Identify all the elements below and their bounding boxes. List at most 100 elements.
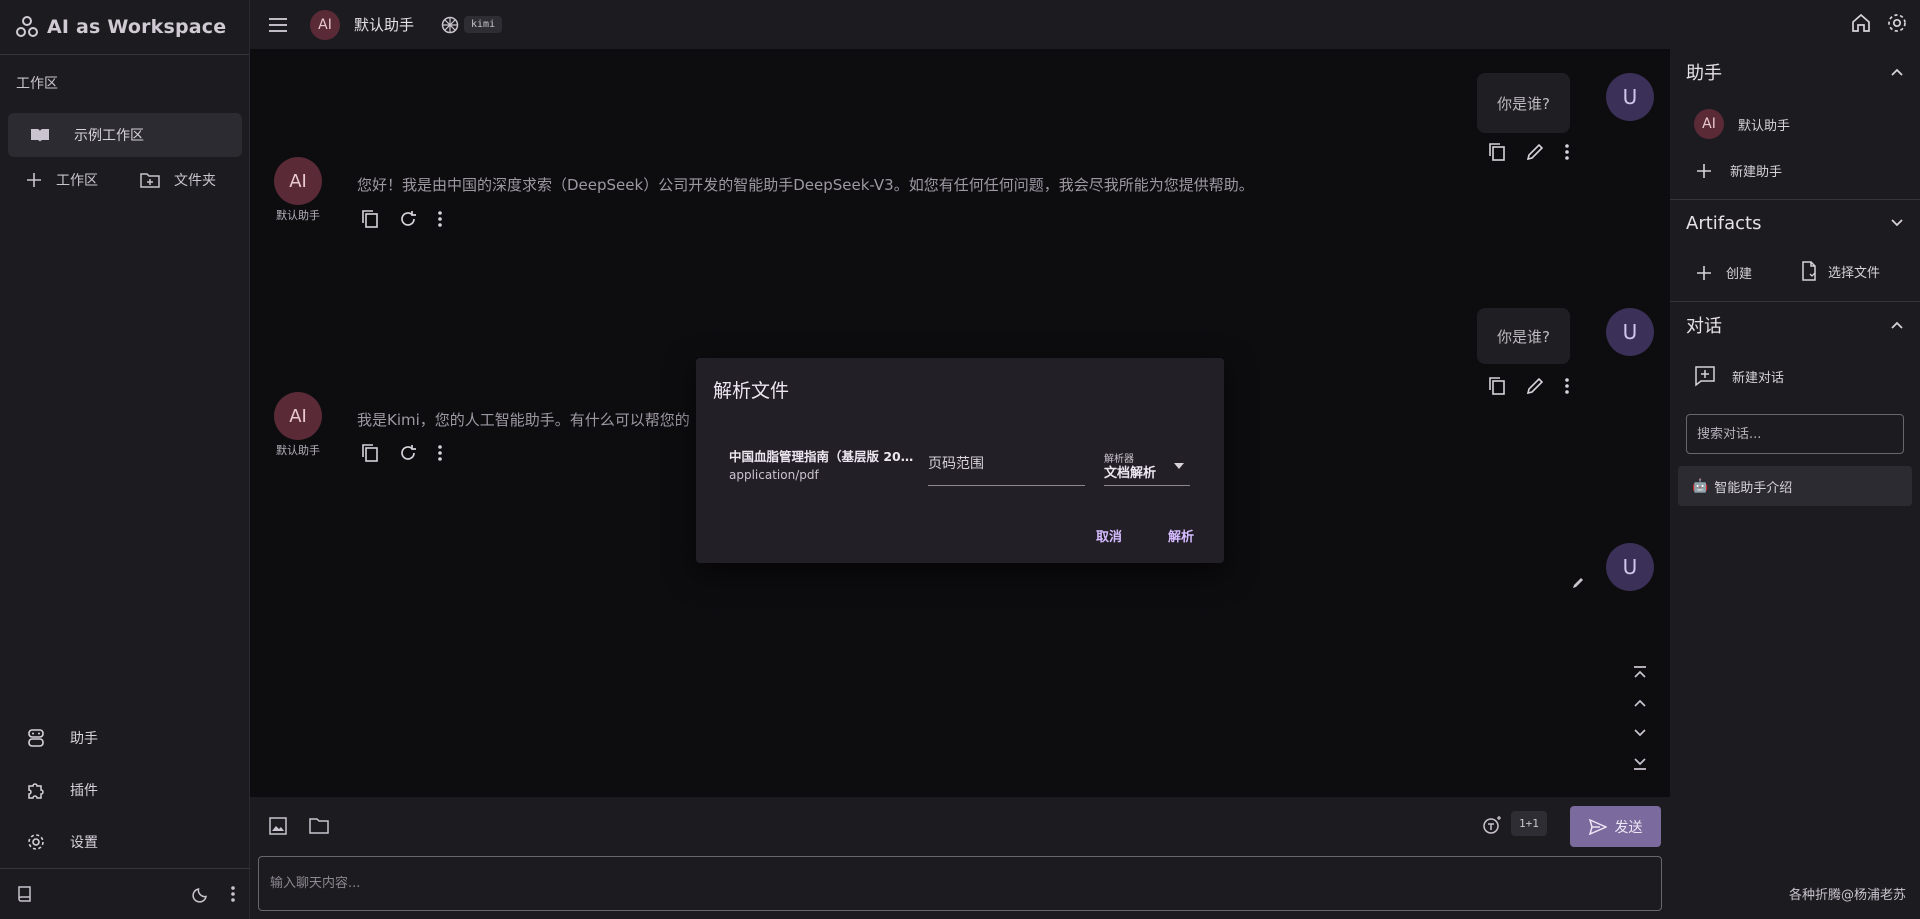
more-vert-icon[interactable] <box>437 210 443 228</box>
conversation-item[interactable]: 🤖 智能助手介绍 <box>1678 466 1912 506</box>
nav-item-assistant[interactable]: 助手 <box>0 712 250 764</box>
file-type: application/pdf <box>729 468 819 482</box>
new-conversation-button[interactable]: 新建对话 <box>1694 365 1784 387</box>
ai-message-text: 您好！我是由中国的深度求索（DeepSeek）公司开发的智能助手DeepSeek… <box>357 176 1254 194</box>
book-icon[interactable] <box>16 885 34 903</box>
more-vert-icon[interactable] <box>230 885 236 903</box>
scroll-controls <box>1632 665 1648 771</box>
chat-input[interactable] <box>258 856 1662 911</box>
new-assistant-button[interactable]: 新建助手 <box>1696 161 1782 180</box>
workspace-section-label: 工作区 <box>16 76 58 92</box>
settings-icon[interactable] <box>1886 12 1908 34</box>
home-icon[interactable] <box>1850 12 1872 34</box>
assistant-name: 默认助手 <box>354 16 415 34</box>
chevron-up-icon <box>1890 67 1904 77</box>
edit-icon[interactable] <box>1526 143 1544 161</box>
text-options-icon[interactable] <box>1482 814 1504 836</box>
artifacts-header[interactable]: Artifacts <box>1670 200 1920 246</box>
context-chip[interactable]: 1+1 <box>1511 811 1547 836</box>
model-chip[interactable]: kimi <box>464 16 503 33</box>
gear-icon <box>26 832 46 852</box>
new-assistant-label: 新建助手 <box>1730 165 1783 180</box>
assistant-item-label: 默认助手 <box>1738 118 1791 134</box>
folder-plus-icon <box>140 172 160 188</box>
nav-item-settings[interactable]: 设置 <box>0 816 250 868</box>
copy-icon[interactable] <box>1488 142 1506 162</box>
assistants-header[interactable]: 助手 <box>1670 49 1920 95</box>
scroll-bottom-icon[interactable] <box>1632 755 1648 771</box>
nav-item-plugins[interactable]: 插件 <box>0 764 250 816</box>
select-file-button[interactable]: 选择文件 <box>1800 261 1880 281</box>
app-logo-icon <box>15 15 39 39</box>
conversation-search-input[interactable] <box>1686 414 1904 454</box>
scroll-top-icon[interactable] <box>1632 665 1648 681</box>
folder-icon[interactable] <box>308 816 330 836</box>
user-message-actions <box>1488 142 1570 162</box>
add-workspace-button[interactable]: 工作区 <box>26 170 98 190</box>
create-artifact-button[interactable]: 创建 <box>1696 263 1752 282</box>
edit-icon[interactable] <box>1526 377 1544 395</box>
assistants-title: 助手 <box>1686 63 1722 84</box>
dark-mode-icon[interactable] <box>192 885 210 903</box>
ai-message-actions <box>361 209 443 229</box>
page-range-input[interactable] <box>928 446 1085 486</box>
assistant-avatar[interactable]: AI <box>310 9 340 40</box>
message-text: 你是谁? <box>1497 94 1550 113</box>
more-vert-icon[interactable] <box>1564 377 1570 395</box>
workspace-item[interactable]: 示例工作区 <box>8 113 242 157</box>
ai-message-actions <box>361 443 443 463</box>
workspace-actions: 工作区 文件夹 <box>26 170 216 190</box>
scroll-up-icon[interactable] <box>1632 695 1648 711</box>
copy-icon[interactable] <box>361 443 379 463</box>
sidebar-nav: 助手 插件 设置 <box>0 712 250 868</box>
assistant-icon <box>26 728 46 748</box>
menu-icon[interactable] <box>268 17 288 33</box>
artifacts-title: Artifacts <box>1686 212 1762 234</box>
send-label: 发送 <box>1614 819 1643 836</box>
scroll-down-icon[interactable] <box>1632 725 1648 741</box>
top-bar: AI 默认助手 kimi <box>250 0 1920 49</box>
composer-tools <box>268 816 330 836</box>
conversations-header[interactable]: 对话 <box>1670 302 1920 348</box>
app-title: AI as Workspace <box>47 16 227 38</box>
plus-icon <box>1696 265 1712 281</box>
more-vert-icon[interactable] <box>1564 143 1570 161</box>
more-vert-icon[interactable] <box>437 444 443 462</box>
copy-icon[interactable] <box>361 209 379 229</box>
nav-item-label: 插件 <box>70 783 98 799</box>
edit-pencil-icon[interactable] <box>1572 577 1584 589</box>
brand[interactable]: AI as Workspace <box>0 0 249 55</box>
add-folder-button[interactable]: 文件夹 <box>140 170 216 190</box>
file-name: 中国血脂管理指南（基层版 2024年）.pdf <box>729 449 914 464</box>
top-actions <box>1850 12 1908 34</box>
refresh-icon[interactable] <box>399 444 417 462</box>
ai-avatar: AI <box>274 392 322 440</box>
conversations-title: 对话 <box>1686 316 1722 337</box>
chat-plus-icon <box>1694 365 1716 387</box>
nav-item-label: 设置 <box>70 835 98 851</box>
dialog-title: 解析文件 <box>713 380 790 402</box>
parse-button[interactable]: 解析 <box>1168 526 1194 545</box>
user-avatar: U <box>1606 308 1654 356</box>
user-avatar: U <box>1606 73 1654 121</box>
cancel-button[interactable]: 取消 <box>1096 526 1122 545</box>
conversation-item-label: 智能助手介绍 <box>1714 480 1793 496</box>
right-panel: 助手 AI 默认助手 新建助手 Artifacts 创建 选择文件 对话 新建对… <box>1670 49 1920 919</box>
composer: 1+1 发送 <box>250 797 1670 919</box>
model-icon[interactable] <box>440 15 460 35</box>
ai-name: 默认助手 <box>276 209 320 222</box>
ai-message-text: 我是Kimi，您的人工智能助手。有什么可以帮您的 <box>357 411 690 429</box>
select-file-label: 选择文件 <box>1828 265 1881 281</box>
parser-select[interactable]: 解析器 文档解析 <box>1104 450 1190 486</box>
user-message-actions <box>1488 376 1570 396</box>
add-workspace-label: 工作区 <box>56 173 98 189</box>
caret-down-icon <box>1174 463 1184 469</box>
send-button[interactable]: 发送 <box>1570 806 1661 847</box>
copy-icon[interactable] <box>1488 376 1506 396</box>
assistant-list-item[interactable]: AI 默认助手 <box>1694 109 1790 139</box>
puzzle-icon <box>26 780 46 800</box>
message-text: 你是谁? <box>1497 327 1550 346</box>
refresh-icon[interactable] <box>399 210 417 228</box>
image-icon[interactable] <box>268 816 288 836</box>
nav-item-label: 助手 <box>70 731 98 747</box>
